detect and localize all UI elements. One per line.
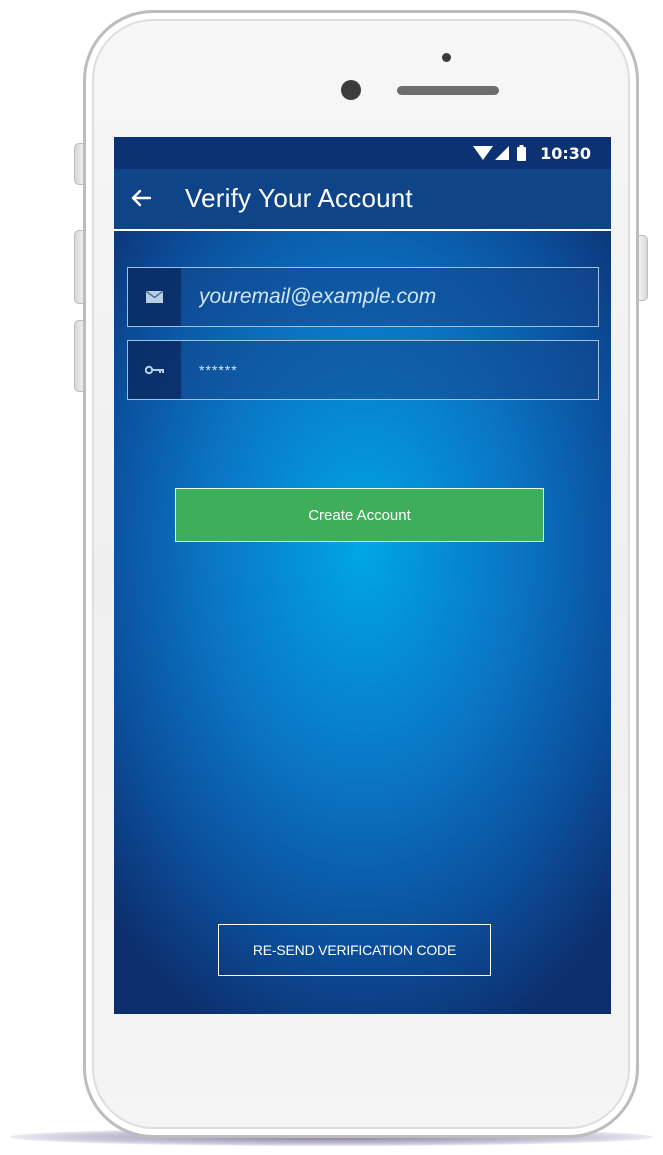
status-bar: 10:30 xyxy=(114,137,611,169)
power-button xyxy=(639,235,648,301)
create-account-label: Create Account xyxy=(308,506,411,524)
arrow-left-icon[interactable] xyxy=(130,187,152,209)
app-bar: Verify Your Account xyxy=(114,169,611,231)
device-mockup: 10:30 Verify Your Account youremail@exam… xyxy=(0,0,663,1155)
password-field-icon-box xyxy=(128,341,181,399)
signal-icon xyxy=(495,146,510,160)
email-field[interactable] xyxy=(127,267,599,327)
password-field[interactable] xyxy=(127,340,599,400)
proximity-sensor xyxy=(442,53,451,62)
page-title: Verify Your Account xyxy=(185,183,413,213)
resend-verification-button[interactable]: RE-SEND VERIFICATION CODE xyxy=(218,924,491,976)
password-input[interactable] xyxy=(181,341,598,399)
email-field-icon-box xyxy=(128,268,181,326)
resend-verification-label: RE-SEND VERIFICATION CODE xyxy=(252,942,457,958)
front-camera xyxy=(341,80,361,100)
status-time: 10:30 xyxy=(540,143,591,163)
earpiece-speaker xyxy=(397,86,499,95)
wifi-icon xyxy=(473,146,494,160)
key-icon xyxy=(144,365,164,375)
battery-icon xyxy=(517,145,527,161)
app-screen: 10:30 Verify Your Account youremail@exam… xyxy=(114,137,611,1014)
status-icons: 10:30 xyxy=(473,143,591,163)
mail-icon xyxy=(146,291,163,303)
create-account-button[interactable]: Create Account xyxy=(175,488,544,542)
email-input[interactable] xyxy=(181,268,598,326)
